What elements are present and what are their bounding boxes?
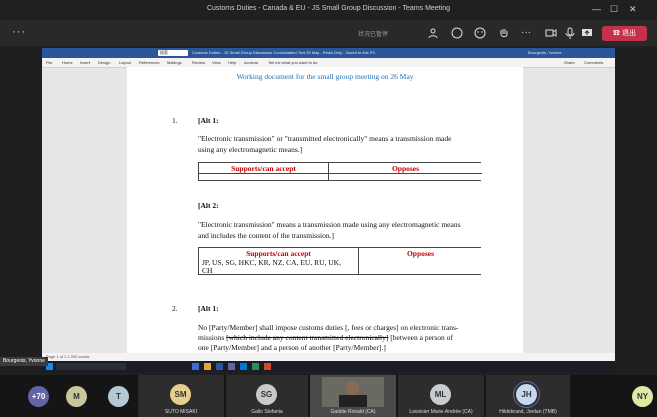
- ribbon-tab[interactable]: File: [46, 60, 52, 65]
- word-page-count: Page 1 of 2 1,050 words: [46, 354, 90, 359]
- participant-video-tile[interactable]: Gaddie Ronald (CA): [310, 375, 396, 417]
- col-supports-header: Supports/can accept: [231, 164, 296, 173]
- col-supports-header: Supports/can accept: [246, 249, 311, 258]
- participant-name: Gaddie Ronald (CA): [330, 409, 376, 415]
- minimize-button[interactable]: —: [592, 4, 601, 14]
- taskbar-teams-icon[interactable]: [228, 363, 235, 370]
- participant-tile[interactable]: ML Lavoisier Marie-Andrée (CA): [398, 375, 484, 417]
- alt2-text-cont: and includes the content of the transmis…: [198, 231, 335, 240]
- participant-name: Hildebrand, Jordan (TMB): [499, 409, 557, 415]
- video-feed: [322, 377, 384, 407]
- people-icon[interactable]: [428, 27, 440, 39]
- alt1-text: "Electronic transmission" or "transmitte…: [198, 134, 452, 143]
- item2-text-end: one [Party/Member] and a person of anoth…: [198, 343, 386, 352]
- alt2-label: [Alt 2:: [198, 201, 219, 210]
- share-screen-icon[interactable]: [581, 27, 593, 39]
- more-actions-icon[interactable]: ···: [520, 27, 532, 39]
- raise-hand-icon[interactable]: [498, 27, 510, 39]
- item2-text-plain: missions: [198, 333, 225, 342]
- alt2-supporters-cont: CH: [202, 266, 213, 275]
- ribbon-tab[interactable]: References: [139, 60, 159, 65]
- alt2-positions-table: Supports/can accept Opposes JP, US, SG, …: [198, 247, 481, 275]
- word-title-bar: 搜索 Customs Duties - JS Small Group Discu…: [42, 48, 615, 58]
- window-title-bar: Customs Duties - Canada & EU - JS Small …: [0, 0, 657, 20]
- item2-text-rest: [between a person of: [390, 333, 453, 342]
- participant-tile[interactable]: JH Hildebrand, Jordan (TMB): [486, 375, 570, 417]
- presenter-label: Bourgeois, Yvonne: [0, 357, 48, 366]
- ribbon-comments[interactable]: Comments: [584, 60, 603, 65]
- more-participants-count[interactable]: +70: [28, 386, 49, 407]
- word-user-name: Bourgeois, Yvonne: [528, 50, 562, 55]
- ribbon-tab[interactable]: Insert: [80, 60, 90, 65]
- ribbon-share[interactable]: Share: [564, 60, 575, 65]
- table-divider: [199, 173, 482, 174]
- more-options-button[interactable]: ···: [12, 26, 26, 38]
- participant-name: Gallo Stefania: [251, 409, 283, 415]
- item2-alt-label: [Alt 1:: [198, 304, 219, 313]
- document-heading: Working document for the small group mee…: [236, 72, 414, 81]
- alt2-text: "Electronic transmission" means a transm…: [198, 220, 461, 229]
- taskbar-search-box[interactable]: [56, 363, 126, 370]
- participant-avatar[interactable]: M: [66, 386, 87, 407]
- document-page: Working document for the small group mee…: [127, 67, 523, 362]
- windows-taskbar: [42, 361, 615, 372]
- alt2-supporters: JP, US, SG, HKC, KR, NZ, CA, EU, RU, UK,: [202, 258, 341, 267]
- camera-icon[interactable]: [545, 27, 557, 39]
- taskbar-outlook-icon[interactable]: [240, 363, 247, 370]
- ribbon-tab[interactable]: Help: [228, 60, 236, 65]
- ribbon-tab[interactable]: Review: [192, 60, 205, 65]
- taskbar-word-icon[interactable]: [216, 363, 223, 370]
- ribbon-tab[interactable]: Layout: [119, 60, 131, 65]
- taskbar-excel-icon[interactable]: [252, 363, 259, 370]
- chat-icon[interactable]: [451, 27, 463, 39]
- participant-avatar: JH: [516, 384, 537, 405]
- item-number: 2.: [172, 304, 178, 313]
- microphone-icon[interactable]: [564, 27, 576, 39]
- taskbar-folder-icon[interactable]: [204, 363, 211, 370]
- meeting-toolbar: ··· 状况已暂停 ··· ☎ 退出: [0, 20, 657, 46]
- leave-button[interactable]: ☎ 退出: [602, 26, 647, 41]
- person-head: [346, 381, 359, 396]
- ribbon-tab[interactable]: Acrobat: [244, 60, 258, 65]
- alt1-text-cont: using any electromagnetic means.]: [198, 145, 303, 154]
- close-window-button[interactable]: ✕: [629, 4, 637, 14]
- participant-avatar[interactable]: T: [108, 386, 129, 407]
- ribbon-tab[interactable]: Mailings: [167, 60, 182, 65]
- participant-name: SUTO MISAKI: [164, 409, 198, 415]
- alt1-positions-table: Supports/can accept Opposes: [198, 162, 482, 181]
- col-opposes-header: Opposes: [391, 164, 420, 173]
- item2-text-cont: missions [which include any content tran…: [198, 333, 453, 342]
- item2-text: No [Party/Member] shall impose customs d…: [198, 323, 459, 332]
- ribbon-tab[interactable]: Home: [62, 60, 73, 65]
- ribbon-tab[interactable]: View: [212, 60, 221, 65]
- maximize-button[interactable]: ☐: [610, 4, 618, 14]
- reactions-icon[interactable]: [474, 27, 486, 39]
- participant-tile[interactable]: SG Gallo Stefania: [226, 375, 308, 417]
- ribbon-tab[interactable]: Design: [98, 60, 110, 65]
- leave-label: 退出: [621, 30, 636, 37]
- taskbar-pdf-icon[interactable]: [264, 363, 271, 370]
- word-document-title: Customs Duties - JS Small Group Discussi…: [192, 50, 376, 55]
- col-opposes-header: Opposes: [406, 249, 435, 258]
- participant-avatar: SG: [256, 384, 277, 405]
- item2-text-struck: [which include any content transmitted e…: [226, 333, 389, 342]
- phone-icon: ☎: [613, 30, 621, 37]
- alt1-label: [Alt 1:: [198, 116, 219, 125]
- participant-avatar: SM: [170, 384, 191, 405]
- word-search-box[interactable]: 搜索: [158, 50, 188, 56]
- participant-avatar: ML: [430, 384, 451, 405]
- shared-screen: 搜索 Customs Duties - JS Small Group Discu…: [42, 48, 615, 372]
- ribbon-tab[interactable]: Tell me what you want to do: [268, 60, 317, 65]
- taskbar-app-icon[interactable]: [192, 363, 199, 370]
- participant-name: Lavoisier Marie-Andrée (CA): [409, 409, 473, 415]
- person-body: [339, 395, 367, 407]
- participant-tile[interactable]: SM SUTO MISAKI: [138, 375, 224, 417]
- meeting-status-text: 状况已暂停: [358, 32, 389, 38]
- item-number: 1.: [172, 116, 178, 125]
- window-title: Customs Duties - Canada & EU - JS Small …: [206, 5, 450, 12]
- word-status-bar: Page 1 of 2 1,050 words: [42, 353, 615, 361]
- participant-avatar[interactable]: NY: [632, 386, 653, 407]
